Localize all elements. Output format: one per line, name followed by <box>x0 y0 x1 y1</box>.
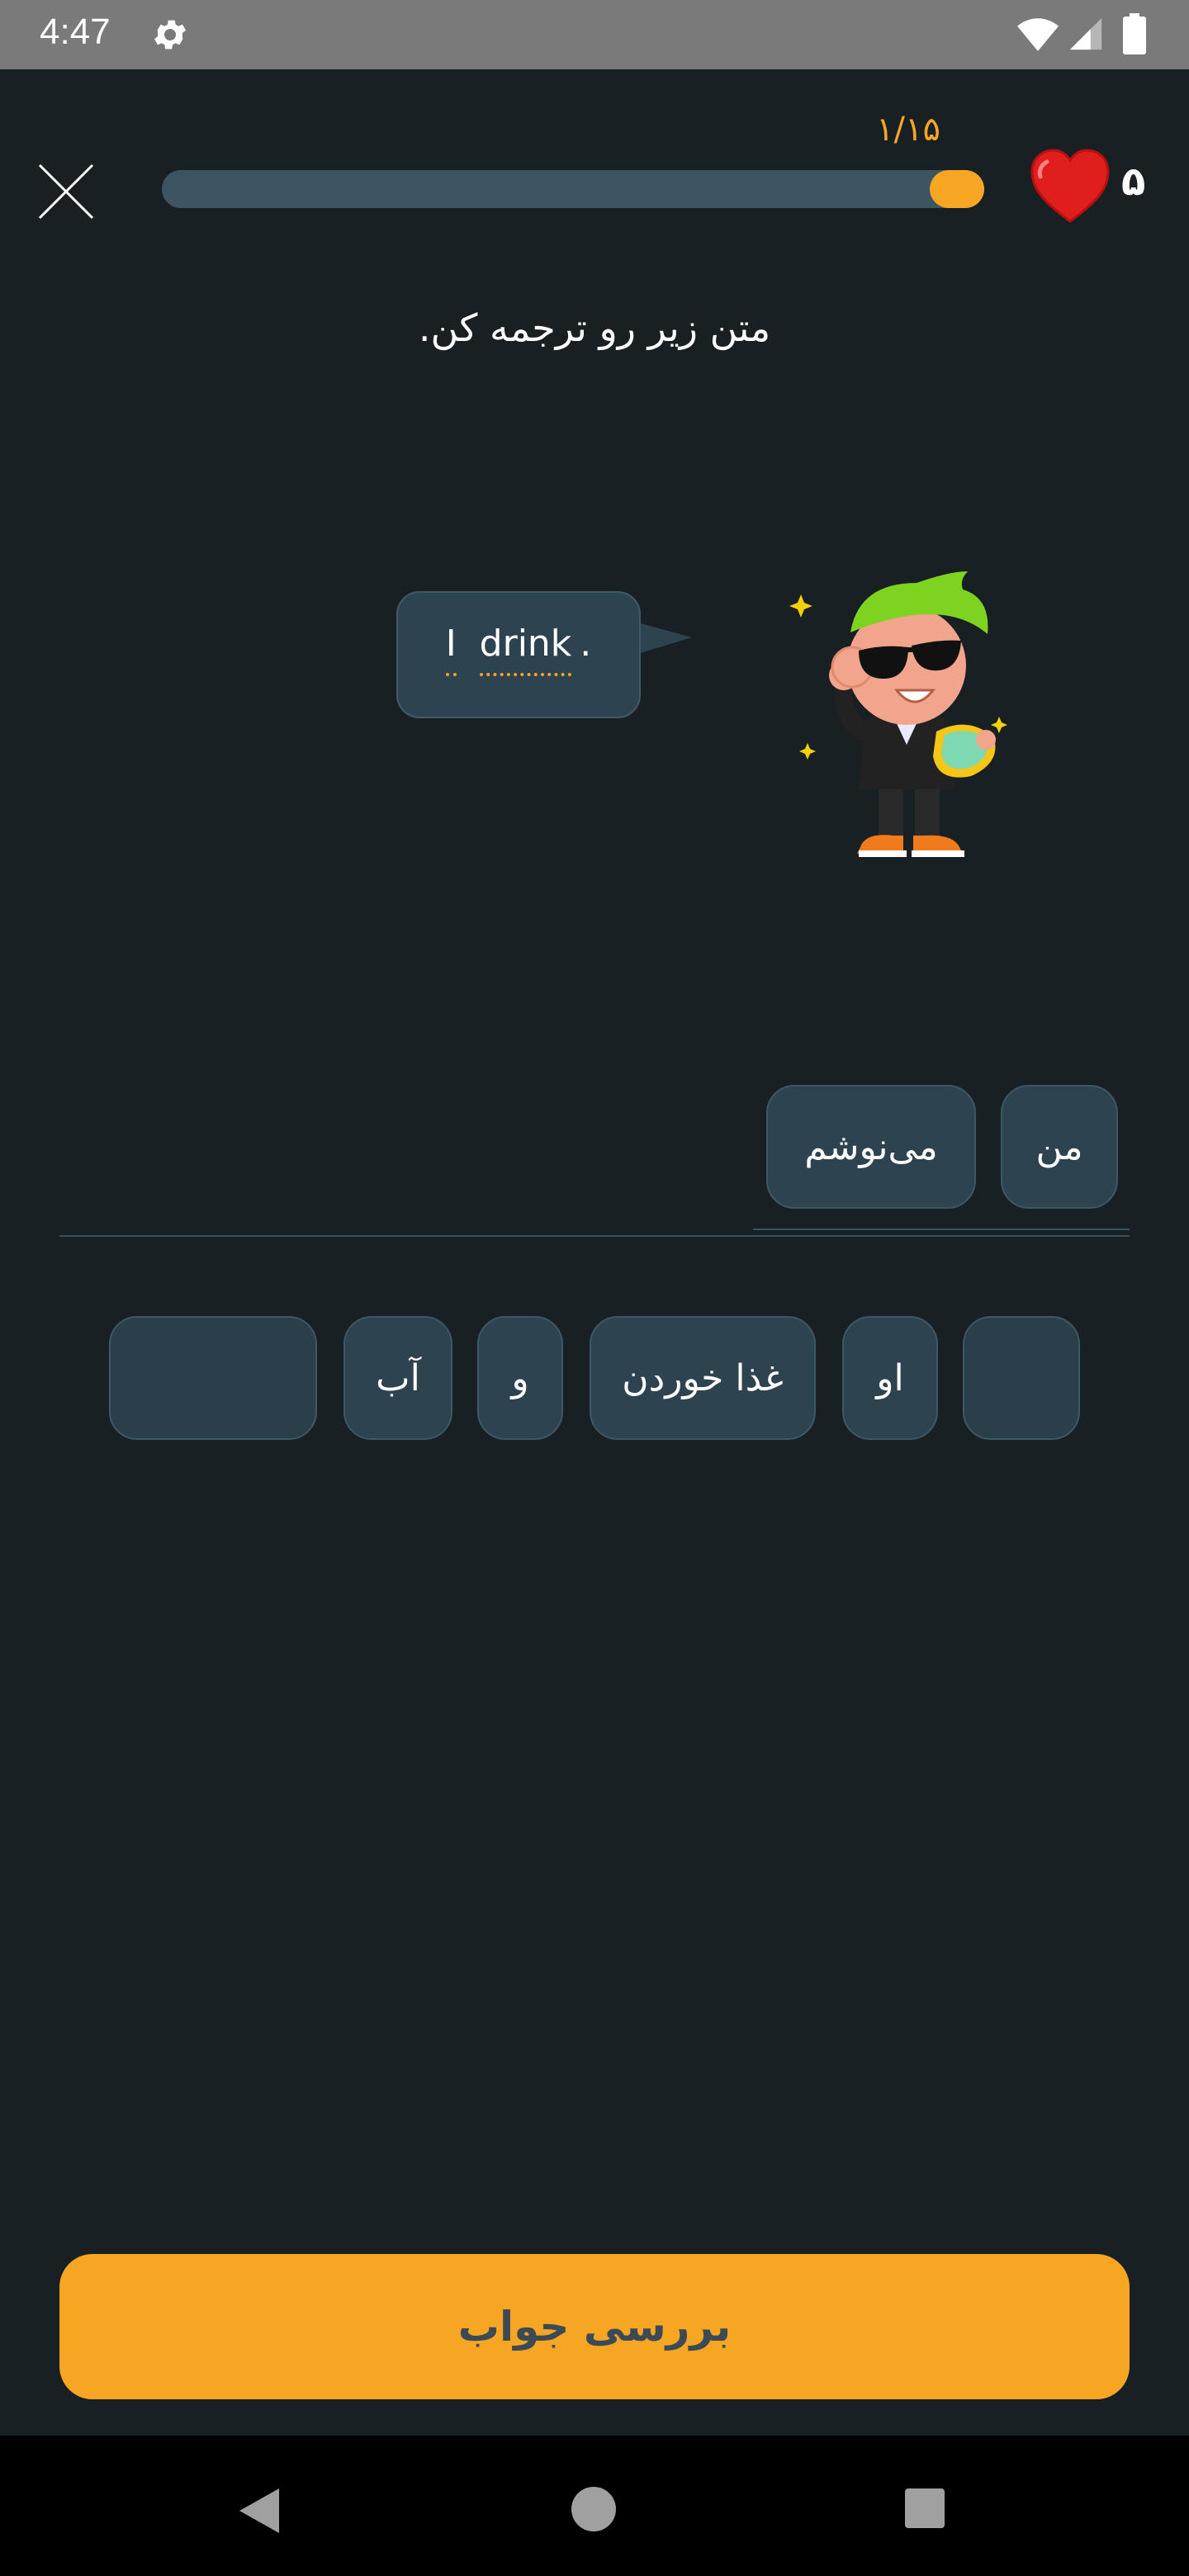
speech-bubble: I drink . <box>396 591 641 718</box>
bubble-word-i[interactable]: I <box>445 623 457 676</box>
recent-apps-icon[interactable] <box>903 2487 946 2530</box>
word-chip-water[interactable]: آب <box>343 1316 452 1440</box>
battery-icon <box>1123 13 1146 54</box>
character-illustration <box>789 571 1007 857</box>
progress-bar <box>162 170 984 208</box>
progress-count: ۱/۱۵ <box>876 111 940 149</box>
instruction-text: متن زیر رو ترجمه کن. <box>418 305 771 350</box>
bubble-word-period: . <box>580 623 592 665</box>
answer-line <box>59 1235 1130 1237</box>
word-chip-eating-food[interactable]: غذا خوردن <box>590 1316 816 1440</box>
answer-chip-1[interactable]: من <box>1001 1085 1118 1209</box>
answer-underline <box>753 1229 1130 1230</box>
word-chip-he[interactable]: او <box>842 1316 938 1440</box>
gear-icon <box>154 20 186 50</box>
bubble-tail <box>637 623 692 654</box>
bubble-word-drink[interactable]: drink <box>479 623 572 676</box>
back-icon[interactable] <box>236 2485 282 2536</box>
home-icon[interactable] <box>570 2485 618 2533</box>
bubble-sentence: I drink . <box>398 623 639 676</box>
navigation-bar <box>0 2436 1189 2576</box>
status-bar: 4:47 <box>0 0 1189 69</box>
progress-fill <box>929 170 984 208</box>
lives-count: ۵ <box>1121 159 1146 205</box>
signal-icon <box>1069 17 1102 50</box>
status-time: 4:47 <box>40 12 111 52</box>
word-bank-placeholder-2 <box>109 1316 317 1440</box>
check-answer-button[interactable]: بررسی جواب <box>59 2254 1130 2399</box>
close-icon[interactable] <box>36 162 96 221</box>
heart-icon <box>1030 149 1110 223</box>
word-chip-and[interactable]: و <box>477 1316 563 1440</box>
answer-chip-2[interactable]: می‌نوشم <box>766 1085 976 1209</box>
word-bank-placeholder-1 <box>963 1316 1080 1440</box>
wifi-icon <box>1017 18 1059 51</box>
